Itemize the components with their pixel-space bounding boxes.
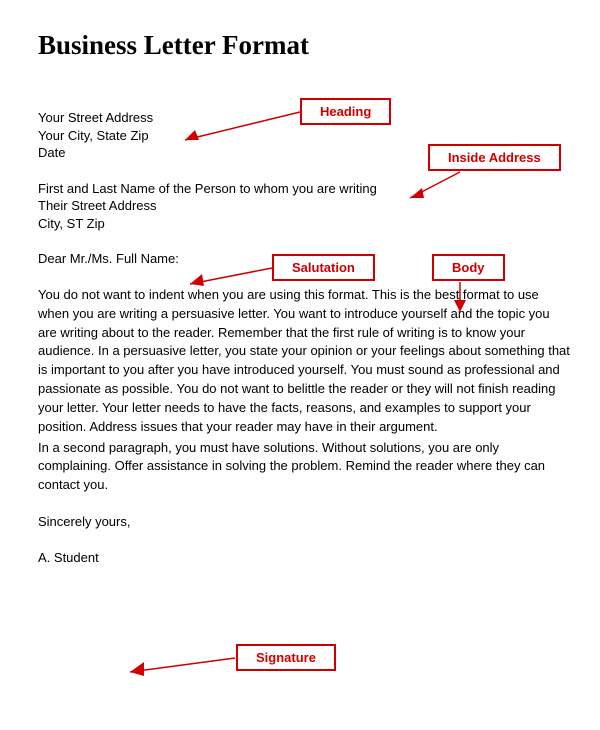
- body-paragraph: You do not want to indent when you are u…: [38, 286, 570, 437]
- label-inside-address: Inside Address: [428, 144, 561, 171]
- arrow-icon: [120, 650, 240, 680]
- closing-line: Sincerely yours,: [38, 513, 570, 531]
- label-body: Body: [432, 254, 505, 281]
- label-salutation: Salutation: [272, 254, 375, 281]
- label-signature: Signature: [236, 644, 336, 671]
- signature-line: A. Student: [38, 549, 570, 567]
- body-paragraph: In a second paragraph, you must have sol…: [38, 439, 570, 496]
- inside-address-line: City, ST Zip: [38, 215, 570, 233]
- label-heading: Heading: [300, 98, 391, 125]
- closing-block: Sincerely yours, A. Student: [38, 513, 570, 566]
- inside-address-line: First and Last Name of the Person to who…: [38, 180, 570, 198]
- body-block: You do not want to indent when you are u…: [38, 286, 570, 495]
- inside-address-line: Their Street Address: [38, 197, 570, 215]
- heading-line: Your City, State Zip: [38, 127, 570, 145]
- inside-address-block: First and Last Name of the Person to who…: [38, 180, 570, 233]
- page-title: Business Letter Format: [38, 30, 570, 61]
